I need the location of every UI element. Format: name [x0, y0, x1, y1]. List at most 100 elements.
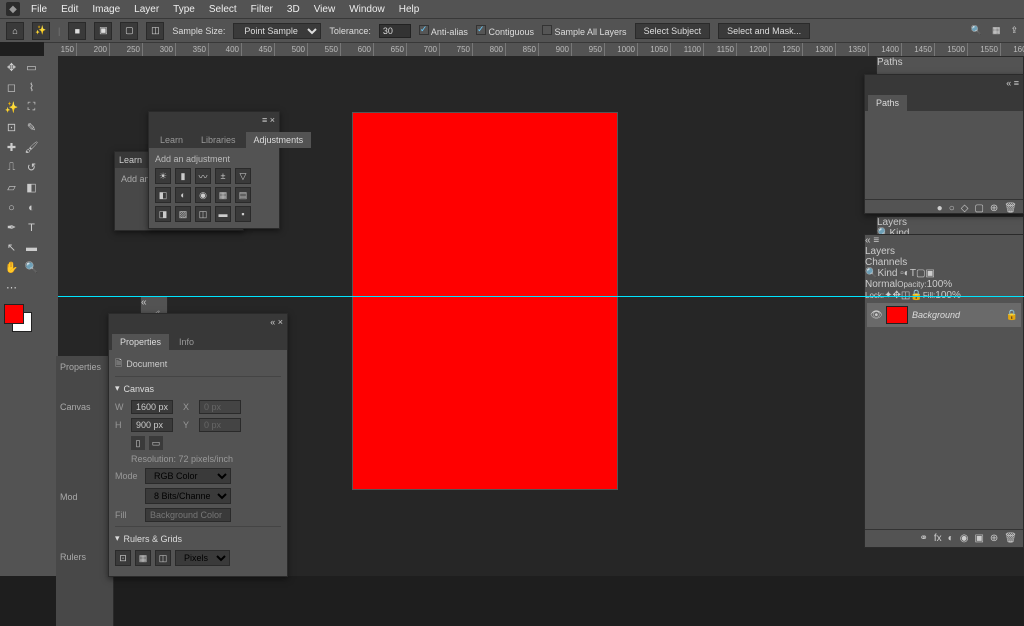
canvas-section[interactable]: ▾ Canvas — [115, 383, 281, 394]
mask-icon[interactable]: ◐ — [948, 533, 954, 544]
horizontal-guide[interactable] — [58, 296, 1024, 297]
grid-icon[interactable]: ▦ — [135, 550, 151, 566]
new-selection-icon[interactable]: ■ — [68, 22, 86, 40]
menu-select[interactable]: Select — [203, 4, 243, 15]
trash-icon[interactable]: 🗑 — [1004, 533, 1017, 544]
exposure-icon[interactable]: ± — [215, 168, 231, 184]
history-brush-tool-icon[interactable]: ↺ — [22, 158, 41, 177]
tab-adjustments[interactable]: Adjustments — [246, 132, 312, 148]
menu-window[interactable]: Window — [343, 4, 391, 15]
panel-menu-icon[interactable]: « ≡ — [1006, 78, 1019, 88]
zoom-tool-icon[interactable]: 🔍 — [22, 258, 41, 277]
subtract-selection-icon[interactable]: ▢ — [120, 22, 138, 40]
rulers-section[interactable]: ▾ Rulers & Grids — [115, 533, 281, 544]
eyedropper-tool-icon[interactable]: ✎ — [22, 118, 41, 137]
type-tool-icon[interactable]: T — [22, 218, 41, 237]
panel-menu-icon[interactable]: ≡ × — [262, 115, 275, 125]
frame-tool-icon[interactable]: ⊡ — [2, 118, 21, 137]
posterize-icon[interactable]: ▨ — [175, 206, 191, 222]
layer-thumbnail[interactable] — [886, 306, 908, 324]
sample-size-select[interactable]: Point Sample — [233, 23, 321, 39]
intersect-selection-icon[interactable]: ◫ — [146, 22, 164, 40]
tab-layers[interactable]: Layers — [865, 246, 1023, 257]
guides-icon[interactable]: ◫ — [155, 550, 171, 566]
gradient-tool-icon[interactable]: ◧ — [22, 178, 41, 197]
properties-panel[interactable]: « × Properties Info 🗎 Document ▾ Canvas … — [108, 313, 288, 577]
antialias-checkbox[interactable]: Anti-alias — [419, 25, 468, 37]
blur-tool-icon[interactable]: ○ — [2, 198, 21, 217]
share-icon[interactable]: ⇪ — [1010, 25, 1018, 36]
brightness-icon[interactable]: ☀ — [155, 168, 171, 184]
adjustments-panel[interactable]: ≡ × Learn Libraries Adjustments Add an a… — [148, 111, 280, 229]
shape-tool-icon[interactable]: ▬ — [22, 238, 41, 257]
fx-icon[interactable]: fx — [934, 533, 942, 544]
add-selection-icon[interactable]: ▣ — [94, 22, 112, 40]
group-icon[interactable]: ▣ — [974, 533, 983, 544]
contiguous-checkbox[interactable]: Contiguous — [476, 25, 534, 37]
healing-tool-icon[interactable]: ✚ — [2, 138, 21, 157]
sample-all-checkbox[interactable]: Sample All Layers — [542, 25, 627, 37]
mode-select[interactable]: RGB Color — [145, 468, 231, 484]
layer-row[interactable]: 👁 Background 🔒 — [867, 303, 1021, 327]
layer-name[interactable]: Background — [912, 310, 960, 320]
pen-tool-icon[interactable]: ✒ — [2, 218, 21, 237]
canvas-area[interactable]: Learn× Add an ad ≡ × Learn Libraries Adj… — [58, 56, 1024, 576]
new-layer-icon[interactable]: ⊕ — [990, 533, 998, 544]
hand-tool-icon[interactable]: ✋ — [2, 258, 21, 277]
menu-edit[interactable]: Edit — [55, 4, 84, 15]
menu-file[interactable]: File — [25, 4, 53, 15]
collapse-icon[interactable]: « — [141, 297, 147, 308]
home-icon[interactable]: ⌂ — [6, 22, 24, 40]
dodge-tool-icon[interactable]: ◐ — [22, 198, 41, 217]
adjustment-layer-icon[interactable]: ◉ — [960, 533, 969, 544]
edit-toolbar-icon[interactable]: ⋯ — [2, 278, 21, 297]
menu-layer[interactable]: Layer — [128, 4, 165, 15]
channel-mixer-icon[interactable]: ▦ — [215, 187, 231, 203]
marquee-tool-icon[interactable]: ◻ — [2, 78, 21, 97]
menu-help[interactable]: Help — [393, 4, 426, 15]
visibility-icon[interactable]: 👁 — [870, 310, 882, 321]
tool-preset-icon[interactable]: ✨ — [32, 22, 50, 40]
ruler-icon[interactable]: ⊡ — [115, 550, 131, 566]
panel-menu-icon[interactable]: « × — [270, 317, 283, 327]
lasso-tool-icon[interactable]: ⌇ — [22, 78, 41, 97]
height-field[interactable]: 900 px — [131, 418, 173, 432]
menu-filter[interactable]: Filter — [245, 4, 279, 15]
threshold-icon[interactable]: ◫ — [195, 206, 211, 222]
blend-mode-select[interactable]: Normal — [865, 279, 897, 290]
search-icon[interactable]: 🔍 — [971, 25, 982, 36]
fill-select[interactable]: Background Color — [145, 508, 231, 522]
color-lookup-icon[interactable]: ▤ — [235, 187, 251, 203]
selective-color-icon[interactable]: ▪ — [235, 206, 251, 222]
workspace-icon[interactable]: ▦ — [992, 25, 1001, 36]
tab-libraries[interactable]: Libraries — [193, 132, 244, 148]
landscape-icon[interactable]: ▭ — [149, 436, 163, 450]
menu-3d[interactable]: 3D — [281, 4, 306, 15]
select-mask-button[interactable]: Select and Mask... — [718, 23, 810, 39]
layer-filter-kind[interactable]: Kind — [877, 268, 897, 279]
photo-filter-icon[interactable]: ◉ — [195, 187, 211, 203]
eraser-tool-icon[interactable]: ▱ — [2, 178, 21, 197]
menu-type[interactable]: Type — [167, 4, 201, 15]
move-tool-icon[interactable]: ✥ — [2, 58, 21, 77]
brush-tool-icon[interactable]: 🖌 — [22, 138, 41, 157]
filter-smart-icon[interactable]: ▣ — [925, 268, 934, 279]
bits-select[interactable]: 8 Bits/Channel — [145, 488, 231, 504]
opacity-field[interactable]: 100% — [927, 279, 953, 290]
invert-icon[interactable]: ◨ — [155, 206, 171, 222]
width-field[interactable]: 1600 px — [131, 400, 173, 414]
tab-paths[interactable]: Paths — [868, 95, 907, 111]
hue-icon[interactable]: ◧ — [155, 187, 171, 203]
paths-panel[interactable]: « ≡ Paths ●○◇▢⊕🗑 — [864, 74, 1024, 214]
tab-layers-bg[interactable]: Layers — [877, 217, 1023, 228]
levels-icon[interactable]: ▮ — [175, 168, 191, 184]
tab-info[interactable]: Info — [171, 334, 202, 350]
color-swatch[interactable] — [2, 304, 42, 334]
units-select[interactable]: Pixels — [175, 550, 230, 566]
foreground-color-swatch[interactable] — [4, 304, 24, 324]
tab-learn[interactable]: Learn — [152, 132, 191, 148]
magic-wand-tool-icon[interactable]: ✨ — [2, 98, 21, 117]
tab-properties[interactable]: Properties — [112, 334, 169, 350]
link-icon[interactable]: ⚭ — [920, 533, 928, 544]
vibrance-icon[interactable]: ▽ — [235, 168, 251, 184]
